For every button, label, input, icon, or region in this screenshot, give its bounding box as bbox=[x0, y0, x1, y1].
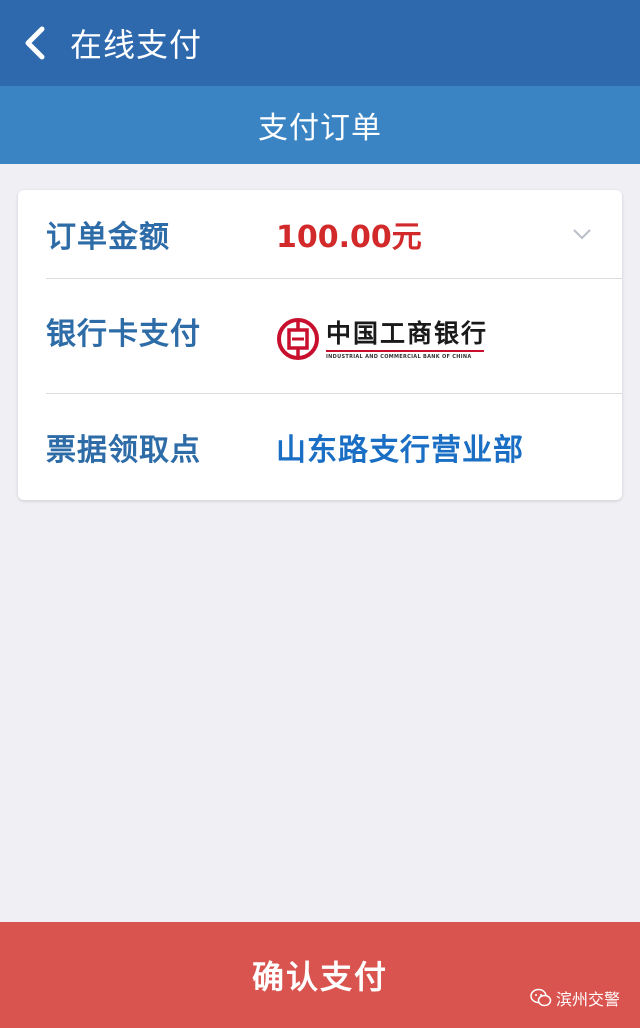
page-title: 在线支付 bbox=[70, 26, 203, 64]
back-button[interactable] bbox=[0, 0, 70, 86]
section-header: 支付订单 bbox=[0, 86, 640, 164]
watermark: 滨州交警 bbox=[530, 986, 620, 1010]
watermark-text: 滨州交警 bbox=[555, 990, 620, 1009]
chevron-down-icon[interactable] bbox=[572, 224, 592, 244]
icbc-logo-icon bbox=[277, 318, 319, 360]
order-card: 订单金额 100.00元 银行卡支付 中国工商银行 INDUSTRIAL AND… bbox=[18, 190, 622, 500]
wechat-icon bbox=[530, 988, 552, 1007]
payment-method-label: 银行卡支付 bbox=[46, 317, 201, 352]
order-amount-label: 订单金额 bbox=[46, 220, 170, 255]
order-amount-row[interactable]: 订单金额 100.00元 bbox=[46, 190, 622, 279]
bank-name: 中国工商银行 bbox=[326, 318, 489, 348]
pickup-point-value[interactable]: 山东路支行营业部 bbox=[276, 425, 524, 469]
pickup-point-label: 票据领取点 bbox=[46, 433, 201, 468]
bank-divider bbox=[326, 349, 484, 352]
payment-method-row[interactable]: 银行卡支付 中国工商银行 INDUSTRIAL AND COMMERCIAL B… bbox=[46, 279, 622, 394]
order-amount-value: 100.00元 bbox=[276, 220, 422, 255]
confirm-payment-button[interactable]: 确认支付 bbox=[0, 922, 640, 1028]
app-bar: 在线支付 bbox=[0, 0, 640, 86]
pickup-point-row[interactable]: 票据领取点 山东路支行营业部 bbox=[46, 394, 622, 500]
bank-option[interactable]: 中国工商银行 INDUSTRIAL AND COMMERCIAL BANK OF… bbox=[276, 317, 488, 361]
bank-name-en: INDUSTRIAL AND COMMERCIAL BANK OF CHINA bbox=[326, 353, 472, 360]
chevron-left-icon bbox=[25, 26, 45, 60]
